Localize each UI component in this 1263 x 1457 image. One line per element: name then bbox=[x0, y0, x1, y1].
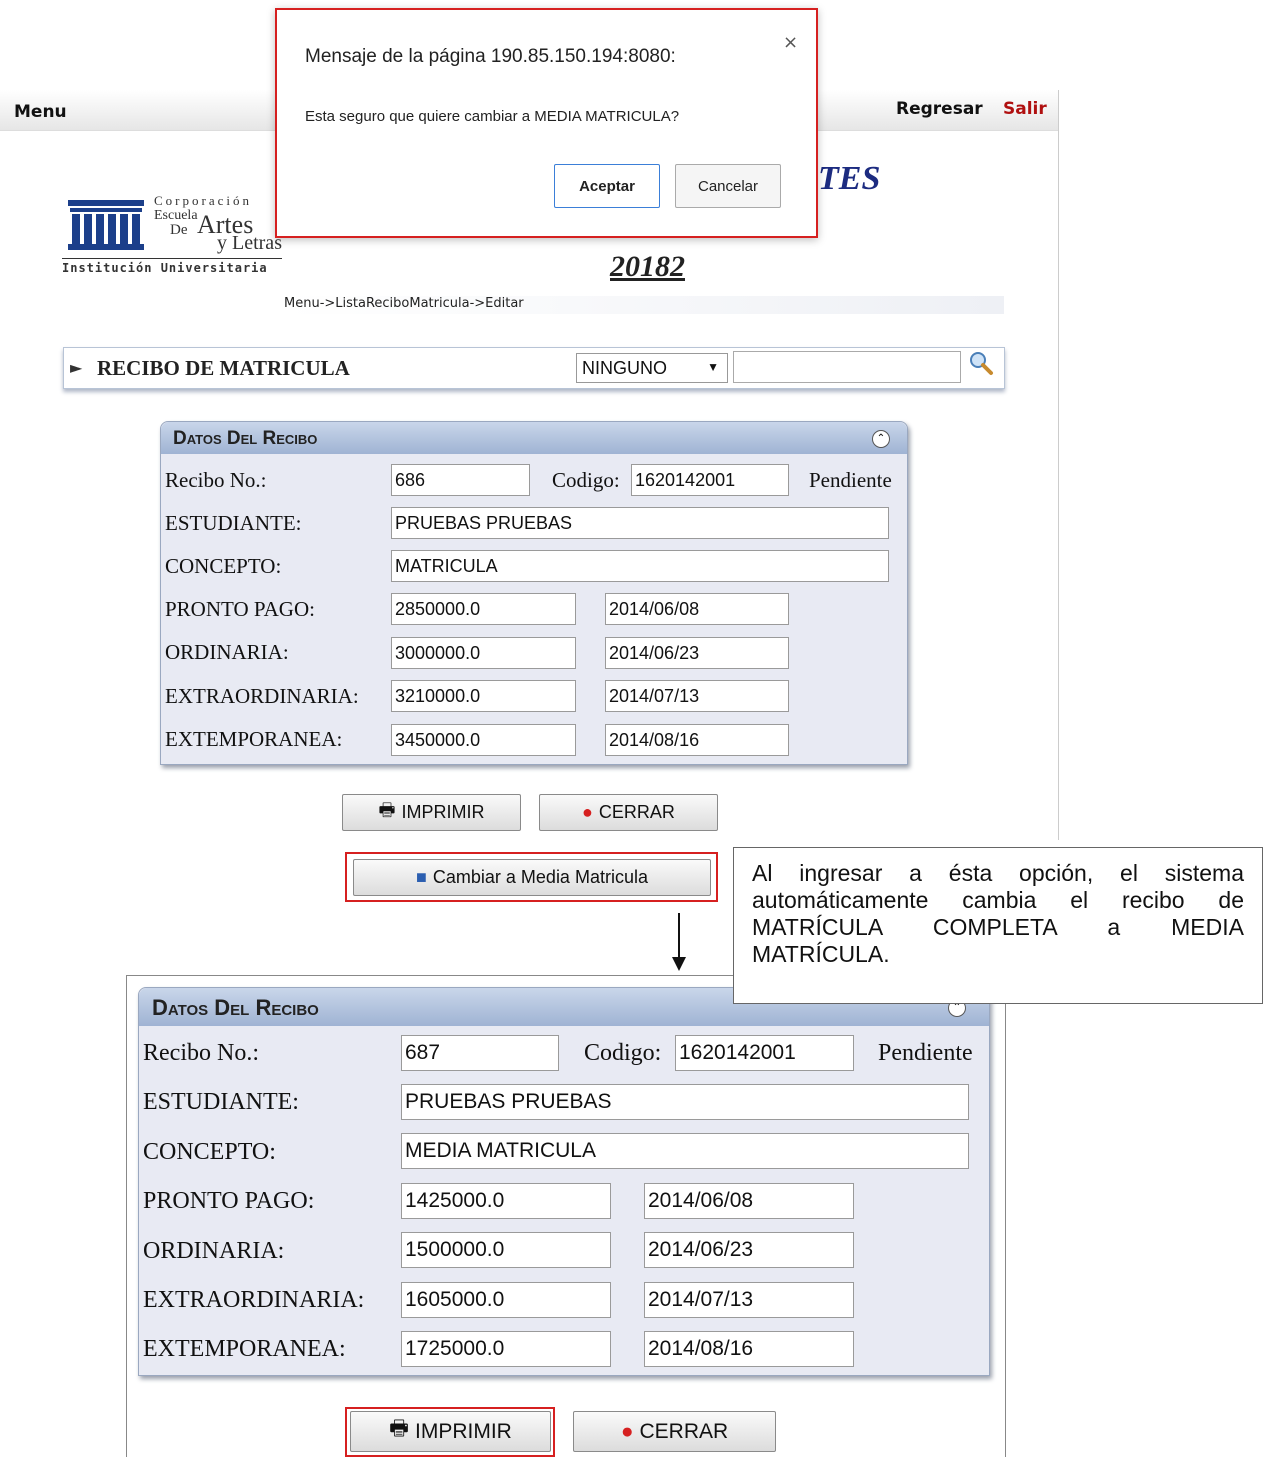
search-icon[interactable] bbox=[968, 350, 994, 376]
close-circle-icon-result: ● bbox=[620, 1419, 634, 1443]
extraordinaria-label-result: EXTRAORDINARIA: bbox=[143, 1287, 365, 1313]
estudiante-field-result[interactable]: PRUEBAS PRUEBAS bbox=[401, 1084, 969, 1120]
institution-logo: Corporación Escuela De Artes y Letras In… bbox=[62, 190, 282, 280]
cambiar-media-matricula-button[interactable]: ■ Cambiar a Media Matricula bbox=[353, 859, 711, 896]
imprimir-button-result[interactable]: 🖶 IMPRIMIR bbox=[350, 1411, 551, 1452]
logo-de-text: De bbox=[170, 222, 188, 238]
filter-select[interactable]: NINGUNO ▼ bbox=[576, 353, 728, 383]
codigo-label-result: Codigo: bbox=[584, 1040, 662, 1066]
columns-logo-icon bbox=[68, 200, 144, 250]
imprimir-button[interactable]: 🖶 IMPRIMIR bbox=[342, 794, 521, 831]
estudiante-label-result: ESTUDIANTE: bbox=[143, 1089, 299, 1115]
menu-link[interactable]: Menu bbox=[14, 102, 67, 122]
regresar-link[interactable]: Regresar bbox=[896, 99, 983, 119]
collapse-icon[interactable]: ⌃ bbox=[872, 430, 890, 448]
cerrar-button[interactable]: ● CERRAR bbox=[539, 794, 718, 831]
logo-institucion-text: Institución Universitaria bbox=[62, 258, 282, 275]
panel-title-result: Datos Del Recibo bbox=[152, 995, 319, 1020]
recibo-field-result[interactable]: 687 bbox=[401, 1035, 559, 1071]
recibo-toolbar: ► RECIBO DE MATRICULA NINGUNO ▼ bbox=[63, 347, 1005, 389]
dropdown-arrow-icon: ▼ bbox=[707, 360, 719, 374]
filter-select-value: NINGUNO bbox=[582, 358, 667, 378]
logo-corp-text: Corporación bbox=[154, 193, 252, 208]
extraordinaria-valor-field[interactable]: 3210000.0 bbox=[391, 680, 576, 712]
extemporanea-fecha-field[interactable]: 2014/08/16 bbox=[605, 724, 789, 756]
estudiante-field[interactable]: PRUEBAS PRUEBAS bbox=[391, 507, 889, 539]
estudiante-label: ESTUDIANTE: bbox=[165, 511, 302, 535]
academic-period: 20182 bbox=[610, 250, 685, 283]
extraordinaria-fecha-field[interactable]: 2014/07/13 bbox=[605, 680, 789, 712]
dialog-title: Mensaje de la página 190.85.150.194:8080… bbox=[305, 46, 676, 67]
recibo-title: RECIBO DE MATRICULA bbox=[97, 356, 350, 380]
ordinaria-fecha-field[interactable]: 2014/06/23 bbox=[605, 637, 789, 669]
logo-letras-text: y Letras bbox=[217, 232, 282, 254]
pago-valor-field[interactable]: 2850000.0 bbox=[391, 593, 576, 625]
recibo-field[interactable]: 686 bbox=[391, 464, 530, 496]
extraordinaria-valor-field-result[interactable]: 1605000.0 bbox=[401, 1282, 611, 1318]
extemporanea-valor-field[interactable]: 3450000.0 bbox=[391, 724, 576, 756]
arrow-right-icon: ► bbox=[70, 358, 83, 377]
annotation-note: Al ingresar a ésta opción, el sistema au… bbox=[733, 847, 1263, 1004]
ordinaria-label-result: ORDINARIA: bbox=[143, 1238, 285, 1264]
cerrar-label-result: CERRAR bbox=[639, 1419, 729, 1443]
concepto-field-result[interactable]: MEDIA MATRICULA bbox=[401, 1133, 969, 1169]
pago-label-result: PRONTO PAGO: bbox=[143, 1188, 315, 1214]
ordinaria-label: ORDINARIA: bbox=[165, 640, 289, 664]
printer-icon: 🖶 bbox=[378, 799, 396, 820]
codigo-label: Codigo: bbox=[552, 468, 620, 492]
codigo-field-result[interactable]: 1620142001 bbox=[675, 1035, 854, 1071]
estado-text: Pendiente bbox=[809, 468, 892, 492]
imprimir-label-result: IMPRIMIR bbox=[415, 1419, 512, 1443]
extemporanea-valor-field-result[interactable]: 1725000.0 bbox=[401, 1331, 611, 1367]
extraordinaria-label: EXTRAORDINARIA: bbox=[165, 684, 359, 708]
panel-title: Datos Del Recibo bbox=[173, 428, 318, 449]
close-icon[interactable]: × bbox=[783, 32, 798, 53]
cancelar-button[interactable]: Cancelar bbox=[675, 164, 781, 208]
extemporanea-fecha-field-result[interactable]: 2014/08/16 bbox=[644, 1331, 854, 1367]
recibo-label: Recibo No.: bbox=[165, 468, 267, 492]
concepto-field[interactable]: MATRICULA bbox=[391, 550, 889, 582]
printer-icon-result: 🖶 bbox=[389, 1417, 409, 1440]
confirm-dialog: Mensaje de la página 190.85.150.194:8080… bbox=[275, 8, 818, 238]
ordinaria-valor-field[interactable]: 3000000.0 bbox=[391, 637, 576, 669]
recibo-label-result: Recibo No.: bbox=[143, 1040, 259, 1066]
page-title-fragment: TES bbox=[818, 160, 881, 197]
pago-valor-field-result[interactable]: 1425000.0 bbox=[401, 1183, 611, 1219]
extraordinaria-fecha-field-result[interactable]: 2014/07/13 bbox=[644, 1282, 854, 1318]
cerrar-button-result[interactable]: ● CERRAR bbox=[573, 1411, 776, 1452]
estado-text-result: Pendiente bbox=[878, 1040, 973, 1066]
arrow-down-icon bbox=[672, 957, 686, 971]
pago-label: PRONTO PAGO: bbox=[165, 597, 315, 621]
extemporanea-label: EXTEMPORANEA: bbox=[165, 727, 343, 751]
search-input[interactable] bbox=[733, 351, 961, 383]
breadcrumb: Menu->ListaReciboMatricula->Editar bbox=[284, 296, 1004, 314]
aceptar-button[interactable]: Aceptar bbox=[554, 164, 660, 208]
annotation-arrow-line bbox=[678, 913, 680, 961]
cambiar-media-label: Cambiar a Media Matricula bbox=[432, 867, 648, 887]
panel-header: Datos Del Recibo ⌃ bbox=[161, 422, 907, 454]
dialog-message: Esta seguro que quiere cambiar a MEDIA M… bbox=[305, 108, 680, 125]
pago-fecha-field[interactable]: 2014/06/08 bbox=[605, 593, 789, 625]
ordinaria-fecha-field-result[interactable]: 2014/06/23 bbox=[644, 1232, 854, 1268]
concepto-label: CONCEPTO: bbox=[165, 554, 282, 578]
datos-recibo-panel-result: Datos Del Recibo ⌃ Recibo No.: 687 Codig… bbox=[138, 987, 990, 1376]
page-border bbox=[1058, 90, 1059, 840]
extemporanea-label-result: EXTEMPORANEA: bbox=[143, 1336, 346, 1362]
ordinaria-valor-field-result[interactable]: 1500000.0 bbox=[401, 1232, 611, 1268]
pago-fecha-field-result[interactable]: 2014/06/08 bbox=[644, 1183, 854, 1219]
salir-link[interactable]: Salir bbox=[1003, 99, 1047, 119]
imprimir-label: IMPRIMIR bbox=[401, 802, 485, 822]
datos-recibo-panel: Datos Del Recibo ⌃ Recibo No.: 686 Codig… bbox=[160, 421, 908, 765]
close-circle-icon: ● bbox=[582, 802, 593, 822]
cerrar-label: CERRAR bbox=[598, 802, 675, 822]
codigo-field[interactable]: 1620142001 bbox=[631, 464, 789, 496]
concepto-label-result: CONCEPTO: bbox=[143, 1139, 276, 1165]
save-icon: ■ bbox=[416, 867, 427, 887]
